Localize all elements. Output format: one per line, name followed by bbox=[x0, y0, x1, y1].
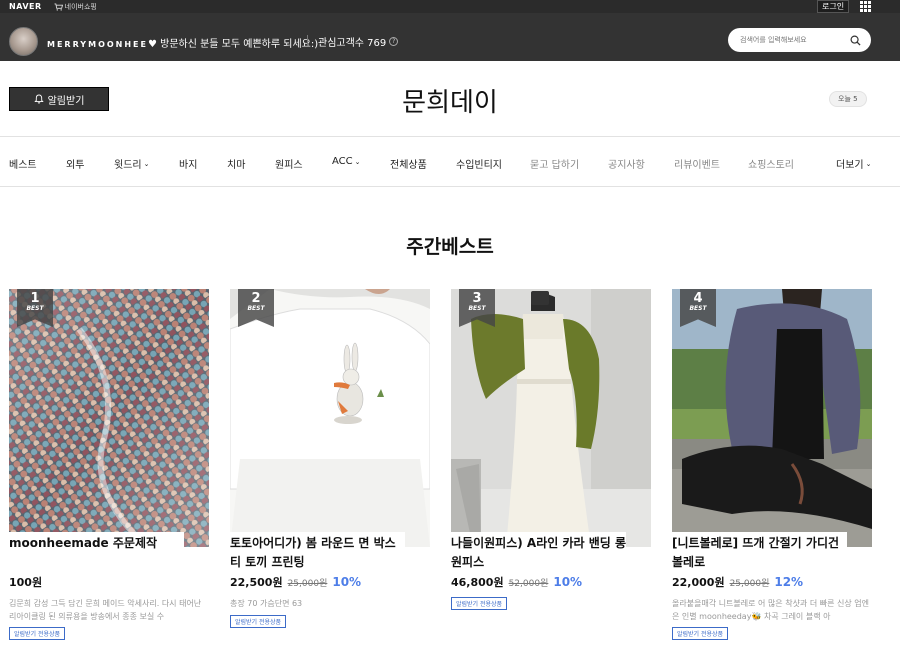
product-photo-cardigan bbox=[672, 289, 872, 547]
search-icon[interactable] bbox=[850, 35, 861, 46]
original-price: 25,000원 bbox=[729, 579, 770, 589]
nav-item[interactable]: 전체상품 bbox=[390, 156, 427, 171]
nav-item[interactable]: 베스트 bbox=[9, 156, 37, 171]
nav-item[interactable]: 치마 bbox=[227, 156, 245, 171]
divider bbox=[307, 35, 308, 46]
nav-more-label: 더보기 bbox=[836, 160, 864, 171]
product-image[interactable]: 1 BEST bbox=[9, 289, 209, 547]
discount-rate: 10% bbox=[553, 575, 583, 589]
alarm-only-tag: 알림받기 전용상품 bbox=[9, 627, 66, 640]
product-card[interactable]: 3 BEST 나들이원피스) A라인 카라 밴딩 롱 원피스 46,800원 52… bbox=[451, 289, 651, 610]
product-image[interactable]: 4 BEST bbox=[672, 289, 872, 547]
chevron-down-icon: ⌄ bbox=[143, 159, 150, 168]
price-row: 22,500원 25,000원 10% bbox=[230, 574, 361, 590]
product-card[interactable]: 1 BEST moonheemade 주문제작 100원 김문희 감성 그득 담긴… bbox=[9, 289, 209, 640]
product-description: 김문희 감성 그득 담긴 문희 메이드 악세사리. 다시 태어난 리아이클링 된… bbox=[9, 599, 202, 621]
store-title[interactable]: 문희데이 bbox=[0, 82, 900, 119]
store-greeting: MERRYMOONHEE♥ 방문하신 분들 모두 예쁜하루 되세요:) bbox=[47, 35, 318, 50]
nav-item-label: 묻고 답하기 bbox=[530, 160, 580, 171]
nav-item-label: 바지 bbox=[179, 160, 198, 171]
nav-item-label: 리뷰이벤트 bbox=[674, 160, 720, 171]
interested-customers: 관심고객수 769 ? bbox=[318, 34, 399, 49]
nav-item[interactable]: ACC ⌄ bbox=[332, 156, 361, 167]
product-name[interactable]: 나들이원피스) A라인 카라 밴딩 롱 원피스 bbox=[451, 534, 626, 572]
greeting-text: ♥ 방문하신 분들 모두 예쁜하루 되세요:) bbox=[147, 39, 319, 50]
naver-shopping-label: 네이버쇼핑 bbox=[64, 2, 97, 11]
product-price: 22,000원 bbox=[672, 576, 725, 589]
store-profile-bar: MERRYMOONHEE♥ 방문하신 분들 모두 예쁜하루 되세요:) 관심고객… bbox=[0, 13, 900, 61]
product-photo-dress bbox=[451, 289, 651, 547]
nav-item[interactable]: 원피스 bbox=[275, 156, 303, 171]
product-name[interactable]: moonheemade 주문제작 bbox=[9, 534, 184, 553]
product-price: 46,800원 bbox=[451, 576, 504, 589]
discount-rate: 10% bbox=[332, 575, 362, 589]
nav-item[interactable]: 공지사항 bbox=[608, 156, 645, 171]
cart-icon bbox=[54, 2, 63, 11]
chevron-down-icon: ⌄ bbox=[865, 159, 872, 168]
product-name[interactable]: [니트볼레로] 뜨개 간절기 가디건 볼레로 bbox=[672, 534, 847, 572]
product-name[interactable]: 토토아어디가) 봄 라운드 면 박스티 토끼 프린팅 bbox=[230, 534, 405, 572]
interested-customers-label: 관심고객수 769 bbox=[318, 38, 387, 49]
nav-item[interactable]: 리뷰이벤트 bbox=[674, 156, 720, 171]
nav-item-label: 쇼핑스토리 bbox=[748, 160, 794, 171]
category-nav: 베스트 외투 윗드리 ⌄ 바지 치마 원피스 ACC ⌄ 전체상품 수입빈티지 묻고 답하기 공지사항 리… bbox=[0, 136, 900, 187]
product-image[interactable]: 2 BEST bbox=[230, 289, 430, 547]
login-button[interactable]: 로그인 bbox=[817, 0, 850, 13]
discount-rate: 12% bbox=[774, 575, 804, 589]
app-grid-icon[interactable] bbox=[860, 1, 871, 12]
alarm-only-tag: 알림받기 전용상품 bbox=[451, 597, 508, 610]
naver-shopping-link[interactable]: 네이버쇼핑 bbox=[54, 2, 97, 12]
nav-item-label: 공지사항 bbox=[608, 160, 645, 171]
today-visitors-badge: 오늘 5 bbox=[829, 91, 867, 107]
search-box bbox=[728, 28, 871, 52]
nav-item-label: 전체상품 bbox=[390, 160, 427, 171]
product-price: 100원 bbox=[9, 576, 43, 589]
nav-item-label: 베스트 bbox=[9, 160, 37, 171]
product-card[interactable]: 4 BEST [니트볼레로] 뜨개 간절기 가디건 볼레로 22,000원 25,… bbox=[672, 289, 872, 640]
original-price: 52,000원 bbox=[508, 579, 549, 589]
naver-top-bar: NAVER 네이버쇼핑 로그인 bbox=[0, 0, 900, 13]
nav-item[interactable]: 바지 bbox=[179, 156, 197, 171]
search-input[interactable] bbox=[740, 36, 850, 44]
nav-item-label: 윗드리 bbox=[114, 160, 142, 171]
nav-item-label: 치마 bbox=[227, 160, 246, 171]
nav-item-label: 원피스 bbox=[275, 160, 303, 171]
price-row: 22,000원 25,000원 12% bbox=[672, 574, 803, 590]
alarm-only-tag: 알림받기 전용상품 bbox=[672, 627, 729, 640]
chevron-down-icon: ⌄ bbox=[354, 157, 361, 166]
nav-item-label: 수입빈티지 bbox=[456, 160, 502, 171]
original-price: 25,000원 bbox=[287, 579, 328, 589]
nav-item[interactable]: 윗드리 ⌄ bbox=[114, 156, 150, 172]
product-photo-beads bbox=[9, 289, 209, 547]
help-icon[interactable]: ? bbox=[389, 37, 399, 46]
nav-item-label: ACC bbox=[332, 156, 353, 167]
naver-logo[interactable]: NAVER bbox=[9, 2, 42, 11]
price-row: 100원 bbox=[9, 574, 42, 590]
product-image[interactable]: 3 BEST bbox=[451, 289, 651, 547]
product-photo-bunny-tee bbox=[230, 289, 430, 547]
nav-item[interactable]: 묻고 답하기 bbox=[530, 156, 579, 171]
product-description: 올라붙을매각 니트볼레로 어 많은 착샷과 더 빠른 신상 업엔은 인별 moo… bbox=[672, 599, 869, 621]
nav-item[interactable]: 외투 bbox=[66, 156, 84, 171]
price-row: 46,800원 52,000원 10% bbox=[451, 574, 582, 590]
store-avatar[interactable] bbox=[9, 27, 38, 56]
alarm-only-tag: 알림받기 전용상품 bbox=[230, 615, 287, 628]
product-price: 22,500원 bbox=[230, 576, 283, 589]
nav-item-label: 외투 bbox=[66, 160, 85, 171]
nav-more[interactable]: 더보기 ⌄ bbox=[836, 156, 872, 172]
nav-item[interactable]: 수입빈티지 bbox=[456, 156, 502, 171]
product-card[interactable]: 2 BEST 토토아어디가) 봄 라운드 면 박스티 토끼 프린팅 22,500원… bbox=[230, 289, 430, 628]
section-title: 주간베스트 bbox=[406, 236, 494, 258]
store-id: MERRYMOONHEE bbox=[47, 40, 148, 49]
nav-item[interactable]: 쇼핑스토리 bbox=[748, 156, 794, 171]
